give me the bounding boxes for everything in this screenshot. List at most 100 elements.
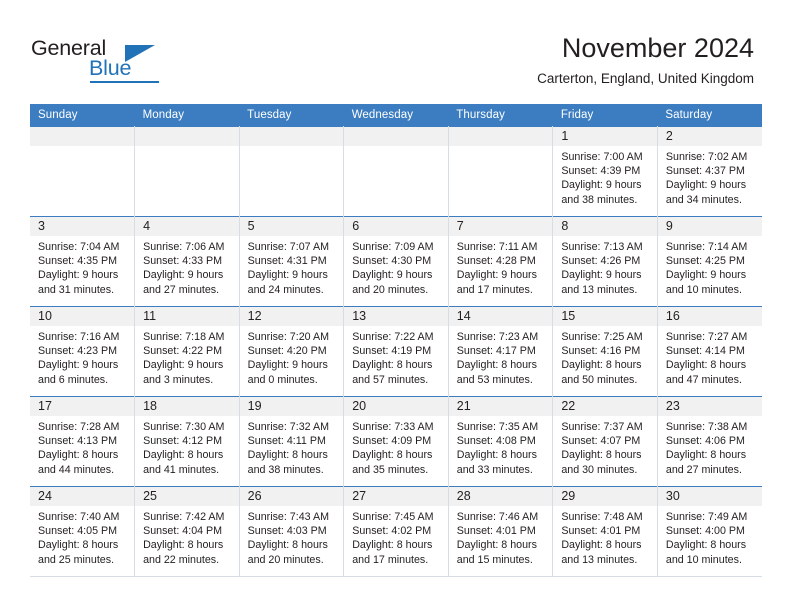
weekday-header-sunday: Sunday: [30, 104, 135, 127]
daylight-text-line1: Daylight: 8 hours: [143, 539, 224, 552]
calendar-day-cell[interactable]: 8 Sunrise: 7:13 AM Sunset: 4:26 PM Daylight…: [552, 216, 658, 307]
sunset-text: Sunset: 4:23 PM: [38, 345, 118, 358]
calendar-week-row: 17 Sunrise: 7:28 AM Sunset: 4:13 PM Dayligh…: [30, 396, 762, 487]
calendar-day-cell[interactable]: 15 Sunrise: 7:25 AM Sunset: 4:16 PM Dayligh…: [552, 306, 658, 397]
daylight-text-line2: and 31 minutes.: [38, 283, 115, 296]
sunset-text: Sunset: 4:06 PM: [665, 435, 745, 448]
logo-underline: [90, 81, 159, 83]
daylight-text-line2: and 41 minutes.: [143, 463, 220, 476]
day-number: 28: [448, 487, 553, 506]
sunset-text: Sunset: 4:00 PM: [665, 525, 745, 538]
calendar-day-cell[interactable]: 17 Sunrise: 7:28 AM Sunset: 4:13 PM Dayligh…: [30, 396, 136, 487]
calendar-day-cell[interactable]: 1 Sunrise: 7:00 AM Sunset: 4:39 PM Daylight…: [552, 126, 658, 217]
day-details: Sunrise: 7:45 AM Sunset: 4:02 PM Daylight:…: [344, 506, 448, 567]
day-number: 21: [448, 397, 553, 416]
calendar-day-cell[interactable]: 23 Sunrise: 7:38 AM Sunset: 4:06 PM Dayligh…: [657, 396, 762, 487]
calendar-day-cell[interactable]: 13 Sunrise: 7:22 AM Sunset: 4:19 PM Dayligh…: [343, 306, 449, 397]
day-details: Sunrise: 7:22 AM Sunset: 4:19 PM Daylight:…: [344, 326, 448, 387]
calendar-day-cell[interactable]: 24 Sunrise: 7:40 AM Sunset: 4:05 PM Dayligh…: [30, 486, 136, 577]
sunrise-text: Sunrise: 7:38 AM: [665, 421, 748, 433]
day-number: [448, 127, 553, 146]
calendar-week-row: 3 Sunrise: 7:04 AM Sunset: 4:35 PM Daylight…: [30, 216, 762, 307]
calendar-day-cell[interactable]: 12 Sunrise: 7:20 AM Sunset: 4:20 PM Dayligh…: [239, 306, 345, 397]
daylight-text-line1: Daylight: 8 hours: [352, 359, 433, 372]
calendar-cell-empty: [343, 126, 449, 217]
title-block: November 2024 Carterton, England, United…: [537, 32, 754, 87]
daylight-text-line1: Daylight: 9 hours: [247, 359, 328, 372]
day-number: 4: [135, 217, 239, 236]
calendar-cell-empty: [30, 126, 136, 217]
calendar-day-cell[interactable]: 5 Sunrise: 7:07 AM Sunset: 4:31 PM Daylight…: [239, 216, 345, 307]
sunset-text: Sunset: 4:37 PM: [665, 165, 745, 178]
daylight-text-line2: and 6 minutes.: [38, 373, 109, 386]
calendar-day-cell[interactable]: 9 Sunrise: 7:14 AM Sunset: 4:25 PM Daylight…: [657, 216, 762, 307]
calendar-day-cell[interactable]: 22 Sunrise: 7:37 AM Sunset: 4:07 PM Dayligh…: [552, 396, 658, 487]
calendar-day-cell[interactable]: 19 Sunrise: 7:32 AM Sunset: 4:11 PM Dayligh…: [239, 396, 345, 487]
calendar-day-cell[interactable]: 20 Sunrise: 7:33 AM Sunset: 4:09 PM Dayligh…: [343, 396, 449, 487]
daylight-text-line1: Daylight: 8 hours: [143, 449, 224, 462]
calendar-day-cell[interactable]: 16 Sunrise: 7:27 AM Sunset: 4:14 PM Dayligh…: [657, 306, 762, 397]
day-details: Sunrise: 7:25 AM Sunset: 4:16 PM Daylight:…: [553, 326, 657, 387]
calendar-day-cell[interactable]: 7 Sunrise: 7:11 AM Sunset: 4:28 PM Daylight…: [448, 216, 554, 307]
calendar-day-cell[interactable]: 4 Sunrise: 7:06 AM Sunset: 4:33 PM Daylight…: [134, 216, 240, 307]
day-details: Sunrise: 7:33 AM Sunset: 4:09 PM Daylight:…: [344, 416, 448, 477]
sunrise-text: Sunrise: 7:43 AM: [247, 511, 330, 523]
calendar-day-cell[interactable]: 11 Sunrise: 7:18 AM Sunset: 4:22 PM Dayligh…: [134, 306, 240, 397]
daylight-text-line2: and 38 minutes.: [247, 463, 324, 476]
daylight-text-line1: Daylight: 8 hours: [352, 449, 433, 462]
day-number: 12: [239, 307, 344, 326]
sunset-text: Sunset: 4:09 PM: [352, 435, 432, 448]
daylight-text-line2: and 22 minutes.: [143, 553, 220, 566]
weekday-header-thursday: Thursday: [448, 104, 553, 127]
day-details: Sunrise: 7:46 AM Sunset: 4:01 PM Daylight:…: [449, 506, 553, 567]
sunrise-text: Sunrise: 7:23 AM: [456, 331, 539, 343]
day-number: 14: [448, 307, 553, 326]
calendar-day-cell[interactable]: 21 Sunrise: 7:35 AM Sunset: 4:08 PM Dayligh…: [448, 396, 554, 487]
weekday-header-friday: Friday: [552, 104, 658, 127]
page-title: November 2024: [561, 33, 754, 63]
calendar-day-cell[interactable]: 2 Sunrise: 7:02 AM Sunset: 4:37 PM Daylight…: [657, 126, 762, 217]
day-details: Sunrise: 7:18 AM Sunset: 4:22 PM Daylight:…: [135, 326, 239, 387]
daylight-text-line2: and 17 minutes.: [456, 283, 533, 296]
daylight-text-line2: and 10 minutes.: [665, 283, 742, 296]
calendar-day-cell[interactable]: 3 Sunrise: 7:04 AM Sunset: 4:35 PM Daylight…: [30, 216, 136, 307]
day-details: Sunrise: 7:04 AM Sunset: 4:35 PM Daylight:…: [30, 236, 134, 297]
logo-text-blue: Blue: [89, 56, 132, 80]
daylight-text-line1: Daylight: 8 hours: [561, 449, 642, 462]
calendar-day-cell[interactable]: 30 Sunrise: 7:49 AM Sunset: 4:00 PM Dayligh…: [657, 486, 762, 577]
calendar-day-cell[interactable]: 14 Sunrise: 7:23 AM Sunset: 4:17 PM Dayligh…: [448, 306, 554, 397]
daylight-text-line1: Daylight: 8 hours: [456, 359, 537, 372]
calendar-day-cell[interactable]: 28 Sunrise: 7:46 AM Sunset: 4:01 PM Dayligh…: [448, 486, 554, 577]
day-details: Sunrise: 7:16 AM Sunset: 4:23 PM Daylight:…: [30, 326, 134, 387]
day-details: Sunrise: 7:37 AM Sunset: 4:07 PM Daylight:…: [553, 416, 657, 477]
sunrise-text: Sunrise: 7:40 AM: [38, 511, 120, 523]
calendar-day-cell[interactable]: 25 Sunrise: 7:42 AM Sunset: 4:04 PM Dayligh…: [134, 486, 240, 577]
day-details: Sunrise: 7:14 AM Sunset: 4:25 PM Daylight:…: [658, 236, 762, 297]
location-subtitle: Carterton, England, United Kingdom: [537, 71, 754, 86]
day-details: Sunrise: 7:13 AM Sunset: 4:26 PM Daylight:…: [553, 236, 657, 297]
sunrise-text: Sunrise: 7:18 AM: [143, 331, 225, 343]
daylight-text-line2: and 10 minutes.: [665, 553, 742, 566]
day-number: 8: [553, 217, 657, 236]
calendar-grid: Sunday Monday Tuesday Wednesday Thursday…: [30, 104, 762, 577]
sunset-text: Sunset: 4:22 PM: [143, 345, 223, 358]
sunset-text: Sunset: 4:31 PM: [247, 255, 327, 268]
calendar-day-cell[interactable]: 27 Sunrise: 7:45 AM Sunset: 4:02 PM Dayligh…: [343, 486, 449, 577]
daylight-text-line1: Daylight: 8 hours: [665, 449, 747, 462]
daylight-text-line2: and 20 minutes.: [247, 553, 324, 566]
sunset-text: Sunset: 4:17 PM: [456, 345, 536, 358]
daylight-text-line2: and 44 minutes.: [38, 463, 115, 476]
general-blue-logo[interactable]: General Blue: [31, 36, 231, 86]
day-details: Sunrise: 7:09 AM Sunset: 4:30 PM Daylight:…: [344, 236, 448, 297]
daylight-text-line2: and 17 minutes.: [352, 553, 429, 566]
calendar-day-cell[interactable]: 26 Sunrise: 7:43 AM Sunset: 4:03 PM Dayligh…: [239, 486, 345, 577]
calendar-day-cell[interactable]: 29 Sunrise: 7:48 AM Sunset: 4:01 PM Dayligh…: [552, 486, 658, 577]
calendar-day-cell[interactable]: 18 Sunrise: 7:30 AM Sunset: 4:12 PM Dayligh…: [134, 396, 240, 487]
daylight-text-line2: and 25 minutes.: [38, 553, 115, 566]
calendar-day-cell[interactable]: 10 Sunrise: 7:16 AM Sunset: 4:23 PM Dayligh…: [30, 306, 136, 397]
daylight-text-line1: Daylight: 9 hours: [247, 269, 328, 282]
weekday-header-wednesday: Wednesday: [343, 104, 449, 127]
sunrise-text: Sunrise: 7:33 AM: [352, 421, 434, 433]
calendar-day-cell[interactable]: 6 Sunrise: 7:09 AM Sunset: 4:30 PM Daylight…: [343, 216, 449, 307]
day-details: Sunrise: 7:28 AM Sunset: 4:13 PM Daylight:…: [30, 416, 134, 477]
